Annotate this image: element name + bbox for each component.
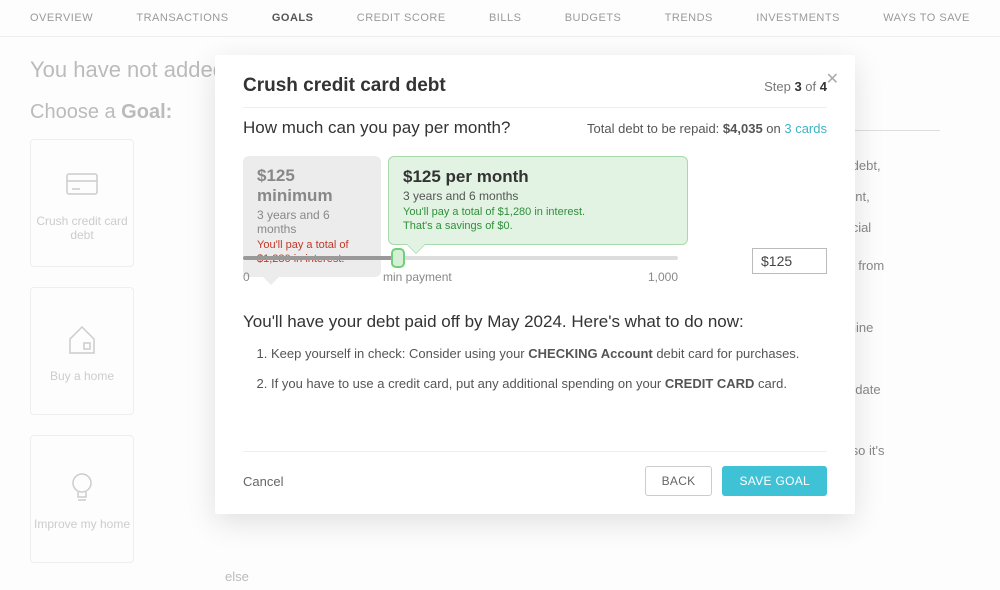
slider-labels: 0 min payment 1,000 [243,270,678,284]
choose-prefix: Choose a [30,101,121,123]
modal-header: Crush credit card debt Step 3 of 4 [243,75,827,108]
modal-subhead: How much can you pay per month? Total de… [243,118,827,138]
goal-tile-label: Crush credit card debt [31,214,133,242]
slider-handle[interactable] [391,248,405,268]
total-amount: $4,035 [723,121,763,136]
back-button[interactable]: BACK [645,466,713,496]
slider-max-label: 1,000 [648,270,678,284]
goal-tile-buy-home[interactable]: Buy a home [30,287,134,415]
total-prefix: Total debt to be repaid: [587,121,723,136]
nav-goals[interactable]: GOALS [272,12,314,24]
tooltip-selected: $125 per month 3 years and 6 months You'… [388,156,688,245]
payoff-text: You'll have your debt paid off by May 20… [243,312,827,332]
close-icon[interactable]: ✕ [826,69,839,89]
tip-sel-amount: $125 per month [403,167,673,187]
modal-footer: Cancel BACK SAVE GOAL [243,451,827,496]
tip-item-2: If you have to use a credit card, put an… [271,374,827,394]
tip-item-1: Keep yourself in check: Consider using y… [271,344,827,364]
tip-sel-interest1: You'll pay a total of $1,280 in interest… [403,205,673,219]
step-prefix: Step [764,79,794,94]
tip-min-duration: 3 years and 6 months [257,208,367,236]
tip2-a: If you have to use a credit card, put an… [271,376,665,391]
slider-track-wrap: 0 min payment 1,000 [243,256,678,284]
goal-modal: ✕ Crush credit card debt Step 3 of 4 How… [215,55,855,514]
nav-investments[interactable]: INVESTMENTS [756,12,840,24]
slider-min-label: 0 [243,270,250,284]
tip1-c: debit card for purchases. [653,346,800,361]
credit-card-icon [62,164,102,204]
tip1-b: CHECKING Account [528,346,652,361]
slider-track[interactable] [243,256,678,260]
nav-transactions[interactable]: TRANSACTIONS [136,12,228,24]
stray-else-text: else [225,569,249,584]
slider-mid-label: min payment [383,270,452,284]
nav-credit-score[interactable]: CREDIT SCORE [357,12,446,24]
tip-sel-interest2: That's a savings of $0. [403,219,673,233]
total-on: on [763,121,785,136]
goal-tile-label: Improve my home [34,517,130,531]
tip2-c: card. [754,376,787,391]
lightbulb-icon [62,467,102,507]
tip2-b: CREDIT CARD [665,376,755,391]
goal-tile-crush-debt[interactable]: Crush credit card debt [30,139,134,267]
nav-trends[interactable]: TRENDS [665,12,713,24]
tip-sel-duration: 3 years and 6 months [403,189,673,203]
step-of: of [802,79,820,94]
step-current: 3 [794,79,801,94]
goal-tile-label: Buy a home [50,369,114,383]
question-text: How much can you pay per month? [243,118,510,138]
tip1-a: Keep yourself in check: Consider using y… [271,346,528,361]
total-debt-text: Total debt to be repaid: $4,035 on 3 car… [587,121,827,136]
nav-bills[interactable]: BILLS [489,12,521,24]
tip-min-amount: $125 minimum [257,166,367,206]
cards-link[interactable]: 3 cards [784,121,827,136]
slider-track-fill [243,256,398,260]
footer-buttons: BACK SAVE GOAL [645,466,827,496]
choose-bold: Goal: [121,101,172,123]
nav-ways-to-save[interactable]: WAYS TO SAVE [883,12,970,24]
tips-list: Keep yourself in check: Consider using y… [271,344,827,393]
house-icon [62,319,102,359]
slider-area: $125 minimum 3 years and 6 months You'll… [243,156,827,306]
top-nav: OVERVIEW TRANSACTIONS GOALS CREDIT SCORE… [0,0,1000,37]
nav-overview[interactable]: OVERVIEW [30,12,93,24]
modal-title: Crush credit card debt [243,75,446,97]
cancel-link[interactable]: Cancel [243,474,283,489]
goal-tile-improve-home[interactable]: Improve my home [30,435,134,563]
save-goal-button[interactable]: SAVE GOAL [722,466,827,496]
nav-budgets[interactable]: BUDGETS [565,12,622,24]
step-indicator: Step 3 of 4 [764,79,827,94]
payment-input[interactable] [752,248,827,274]
